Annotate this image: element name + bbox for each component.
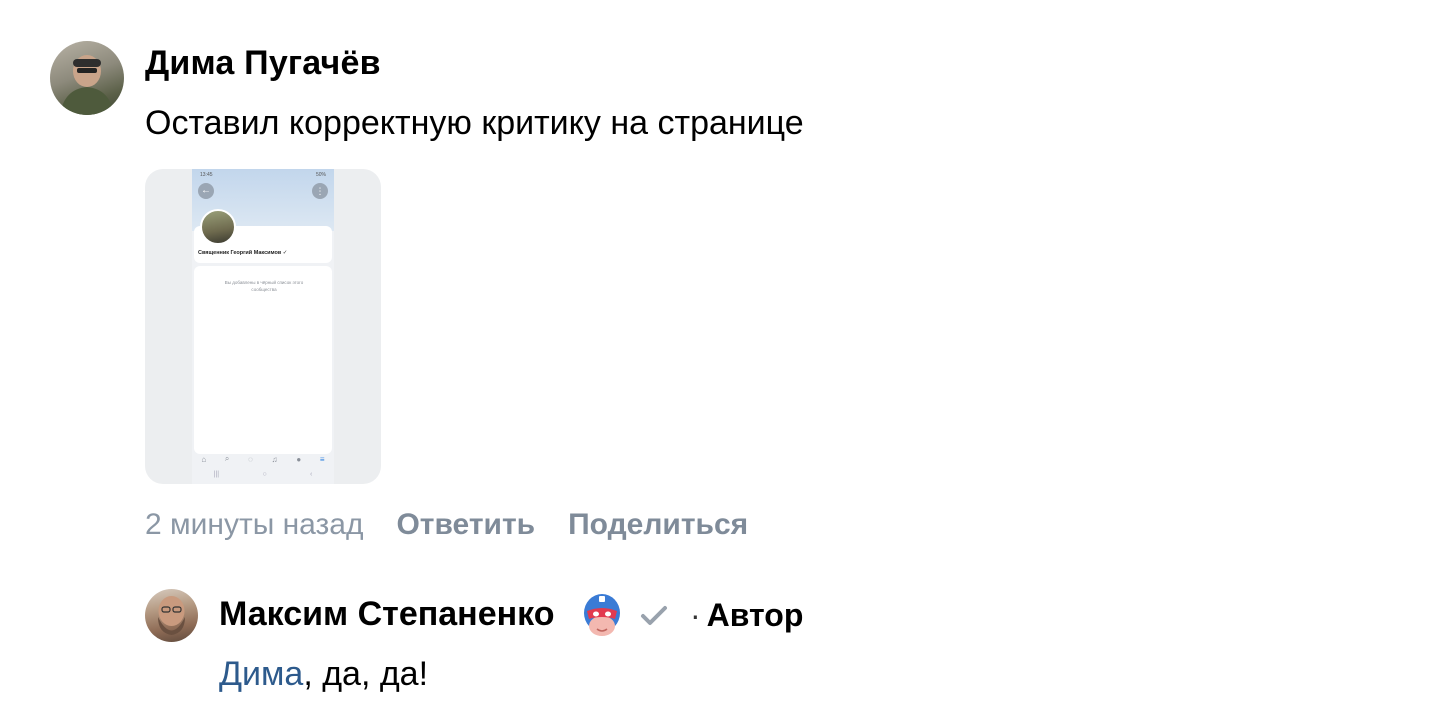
- comment-author[interactable]: Дима Пугачёв: [145, 44, 381, 83]
- badge-separator: ·: [690, 597, 701, 633]
- comment-time[interactable]: 2 минуты назад: [145, 508, 363, 542]
- reply-avatar[interactable]: [145, 589, 198, 642]
- phone-tab-bar: ⌂ ⌕ ◌ ♫ ● ≡: [192, 452, 334, 466]
- badge-label: Автор: [706, 597, 804, 633]
- superhero-emoji-icon: [584, 594, 620, 636]
- reply-button[interactable]: Ответить: [396, 508, 535, 542]
- verified-check-icon: [641, 606, 667, 625]
- reply-avatar-photo: [158, 596, 185, 635]
- home-icon: ⌂: [201, 454, 207, 464]
- avatar-photo: [60, 55, 114, 115]
- phone-screenshot: 13:45 50% ← ⋮ Священник Георгий Максимов…: [192, 169, 334, 484]
- mention-link[interactable]: Дима: [219, 655, 303, 693]
- home-button-icon: ○: [262, 470, 267, 478]
- phone-content-card: [194, 266, 332, 454]
- reply-text-rest: , да, да!: [303, 655, 429, 693]
- more-icon: ⋮: [312, 183, 328, 199]
- attached-screenshot[interactable]: 13:45 50% ← ⋮ Священник Георгий Максимов…: [145, 169, 381, 484]
- music-icon: ♫: [271, 454, 278, 464]
- author-badge: · Автор: [690, 597, 803, 634]
- messages-icon: ◌: [248, 454, 253, 464]
- comment-text: Оставил корректную критику на странице: [145, 104, 804, 142]
- services-icon: ●: [296, 454, 302, 464]
- phone-status-battery: 50%: [315, 172, 326, 178]
- recent-apps-icon: |||: [213, 470, 220, 478]
- phone-profile-name: Священник Георгий Максимов ✓: [198, 250, 288, 256]
- share-button[interactable]: Поделиться: [568, 508, 748, 542]
- back-arrow-icon: ←: [198, 183, 214, 199]
- phone-profile-avatar: [200, 209, 236, 245]
- avatar[interactable]: [50, 41, 124, 115]
- back-button-icon: ‹: [309, 470, 313, 478]
- menu-icon: ≡: [319, 454, 325, 464]
- reply-author[interactable]: Максим Степаненко: [219, 595, 555, 634]
- reply-text: Дима, да, да!: [219, 655, 428, 694]
- search-icon: ⌕: [224, 454, 230, 463]
- phone-system-nav: ||| ○ ‹: [192, 468, 334, 480]
- comment-meta: 2 минуты назад Ответить Поделиться: [145, 508, 748, 542]
- phone-blocked-message: Вы добавлены в чёрный список этого сообщ…: [224, 280, 304, 292]
- phone-status-time: 13:45: [200, 172, 213, 178]
